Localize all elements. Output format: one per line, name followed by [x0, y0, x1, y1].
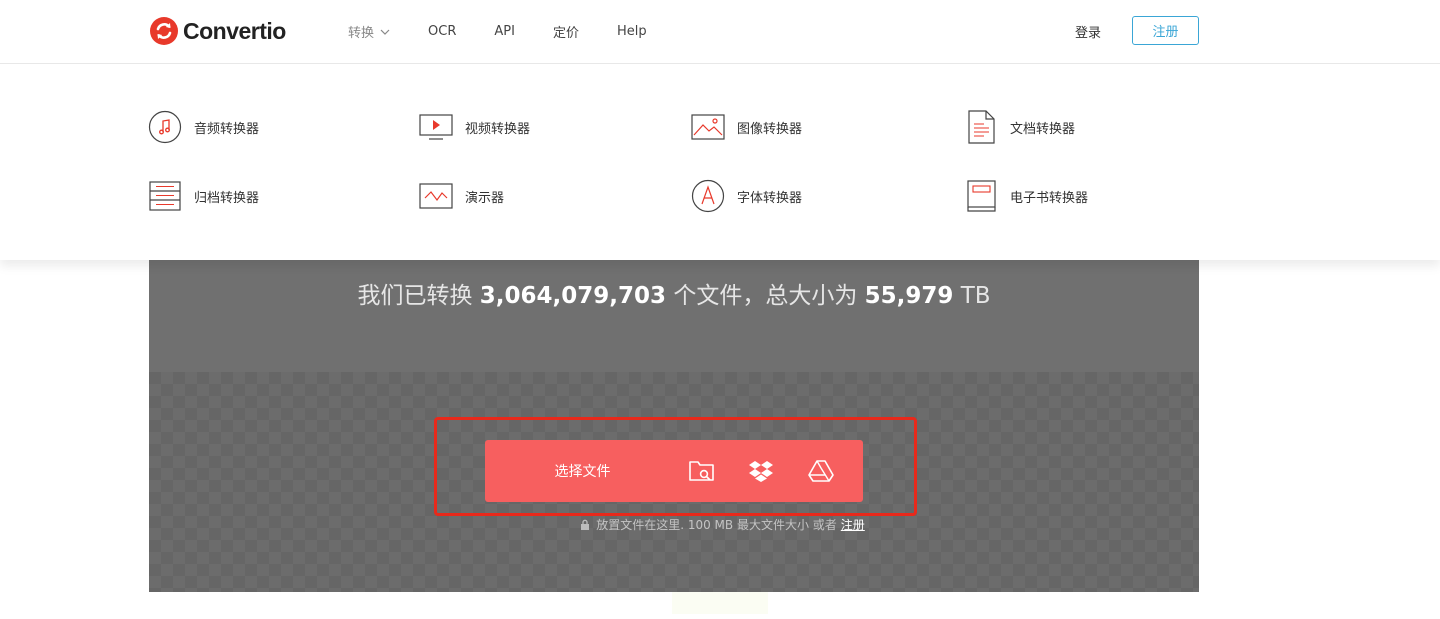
presentation-icon [419, 179, 453, 213]
font-icon [691, 179, 725, 213]
total-size: 55,979 [864, 283, 954, 309]
menu-item-presentation-converter[interactable]: 演示器 [419, 179, 504, 213]
hint-signup-link[interactable]: 注册 [841, 516, 865, 533]
video-play-icon [419, 110, 453, 144]
main-nav: 转换 OCR API 定价 Help [348, 0, 685, 63]
nav-item-label: Help [616, 24, 647, 39]
menu-item-document-converter[interactable]: 文档转换器 [964, 110, 1075, 144]
conversion-stats: 我们已转换 3,064,079,703 个文件，总大小为 55,979 TB [149, 276, 1199, 310]
hint-text: 放置文件在这里. 100 MB 最大文件大小 或者 [596, 518, 837, 532]
menu-item-label: 音频转换器 [194, 121, 260, 137]
ebook-icon [964, 179, 998, 213]
menu-item-label: 电子书转换器 [1010, 190, 1089, 206]
background-strip [672, 592, 768, 614]
menu-item-label: 文档转换器 [1010, 121, 1076, 137]
stats-prefix: 我们已转换 [357, 283, 473, 309]
archive-icon [148, 179, 182, 213]
nav-item-label: OCR [428, 24, 457, 39]
chevron-down-icon [380, 29, 390, 35]
menu-item-image-converter[interactable]: 图像转换器 [691, 110, 802, 144]
top-header: Convertio 转换 OCR API 定价 Help 登录 注册 [0, 0, 1440, 64]
menu-item-label: 演示器 [465, 190, 505, 206]
converter-dropdown-menu: 音频转换器 视频转换器 图像转换器 文档转换器 归档转换器 演示器 字体转换器 … [0, 64, 1440, 260]
menu-item-label: 字体转换器 [737, 190, 803, 206]
menu-item-label: 归档转换器 [194, 190, 260, 206]
menu-item-label: 图像转换器 [737, 121, 803, 137]
files-count: 3,064,079,703 [479, 283, 667, 309]
signup-button[interactable]: 注册 [1132, 16, 1199, 45]
menu-item-font-converter[interactable]: 字体转换器 [691, 179, 802, 213]
google-drive-icon[interactable] [807, 457, 835, 485]
nav-item-ocr[interactable]: OCR [428, 24, 456, 39]
menu-item-label: 视频转换器 [465, 121, 531, 137]
lock-icon [581, 519, 590, 530]
menu-item-ebook-converter[interactable]: 电子书转换器 [964, 179, 1088, 213]
brand-name: Convertio [183, 17, 286, 44]
folder-search-icon[interactable] [688, 457, 716, 485]
nav-item-help[interactable]: Help [617, 24, 647, 39]
convertio-logo-icon [150, 17, 178, 45]
menu-item-archive-converter[interactable]: 归档转换器 [148, 179, 259, 213]
choose-file-button[interactable]: 选择文件 [485, 440, 680, 502]
dropbox-icon[interactable] [747, 457, 775, 485]
upload-bar: 选择文件 [485, 440, 863, 502]
nav-item-label: 转换 [348, 26, 375, 41]
convertio-logo[interactable]: Convertio [149, 16, 286, 46]
nav-item-label: 定价 [552, 26, 579, 41]
upload-hint: 放置文件在这里. 100 MB 最大文件大小 或者 注册 [0, 516, 1440, 533]
nav-item-pricing[interactable]: 定价 [553, 22, 579, 41]
music-note-icon [148, 110, 182, 144]
nav-item-api[interactable]: API [494, 24, 515, 39]
size-unit: TB [960, 283, 991, 309]
nav-item-convert[interactable]: 转换 [348, 22, 390, 41]
stats-middle: 个文件，总大小为 [673, 283, 858, 309]
nav-item-label: API [494, 24, 515, 39]
upload-hero: 我们已转换 3,064,079,703 个文件，总大小为 55,979 TB [149, 260, 1199, 592]
menu-item-video-converter[interactable]: 视频转换器 [419, 110, 530, 144]
menu-item-audio-converter[interactable]: 音频转换器 [148, 110, 259, 144]
image-icon [691, 110, 725, 144]
document-icon [964, 110, 998, 144]
login-link[interactable]: 登录 [1075, 22, 1101, 41]
